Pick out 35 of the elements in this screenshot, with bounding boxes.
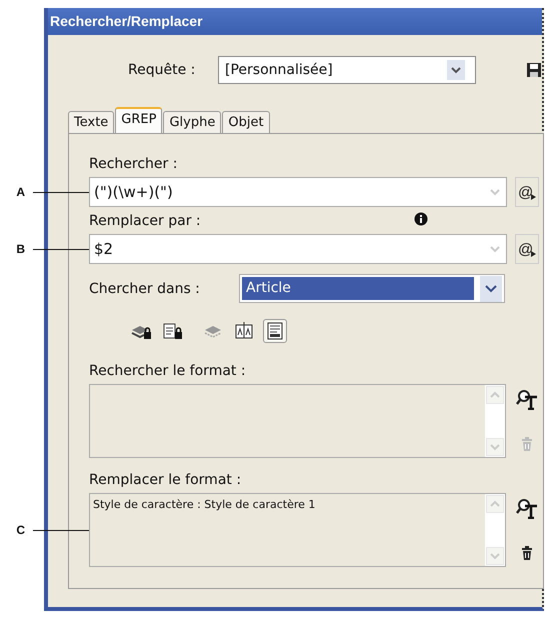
caret-icon [531,194,536,200]
window-title: Rechercher/Remplacer [48,8,542,35]
search-in-dropdown[interactable]: Article [239,274,505,303]
chevron-icon[interactable] [447,60,465,80]
document-icon [265,321,285,341]
locked-document-icon [162,321,182,341]
trash-icon[interactable] [520,545,534,561]
tab[interactable]: Glyphe [163,111,222,133]
callout-label: B [16,242,25,256]
special-characters-button[interactable]: @ [515,177,539,207]
tab[interactable]: GREP [115,107,162,133]
format-text: Style de caractère : Style de caractère 1 [92,497,316,513]
caret-icon [531,251,536,257]
field-label: Rechercher : [89,156,178,172]
leader-line [33,248,89,250]
query-label: Requête : [128,62,196,78]
format-search-icon[interactable] [516,388,538,410]
toggle-button[interactable] [263,319,287,343]
chevron-icon[interactable] [480,276,502,302]
book-icon [234,321,254,341]
callout-label: C [16,523,25,537]
format-search-icon[interactable] [516,497,538,519]
input-field[interactable]: (")(\w+)(") [89,177,507,207]
special-characters-button[interactable]: @ [515,234,539,264]
tab[interactable]: Objet [222,111,270,133]
input-field[interactable]: $2 [89,234,507,264]
info-icon [414,212,428,226]
field-label: Remplacer le format : [89,472,242,488]
field-label: Chercher dans : [89,280,201,296]
field-label: Remplacer par : [89,213,201,229]
tab[interactable]: Texte [68,111,114,133]
query-dropdown[interactable]: [Personnalisée] [218,56,476,84]
field-label: Rechercher le format : [89,363,246,379]
callout-label: A [16,185,25,199]
save-icon[interactable] [526,62,542,78]
